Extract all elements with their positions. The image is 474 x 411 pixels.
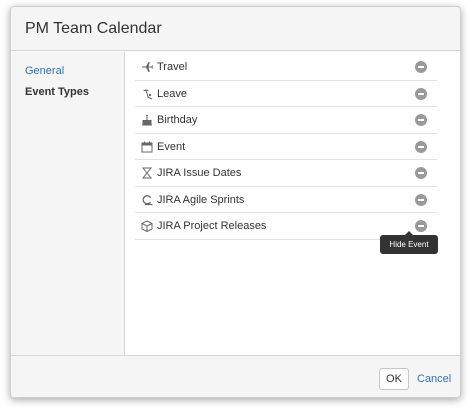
dialog-header: PM Team Calendar xyxy=(11,7,460,51)
calendar-settings-dialog: PM Team Calendar General Event Types Tra… xyxy=(10,6,461,398)
dialog-nav: General Event Types xyxy=(11,52,125,355)
nav-item-event-types[interactable]: Event Types xyxy=(25,86,89,98)
hide-event-tooltip: Hide Event xyxy=(380,231,438,254)
event-type-label: JIRA Issue Dates xyxy=(157,167,242,179)
hourglass-icon xyxy=(141,167,153,179)
hide-event-button[interactable] xyxy=(415,193,427,206)
event-types-panel: Travel Leave Birthday Event JIRA Issue D… xyxy=(126,52,460,355)
cake-icon xyxy=(141,114,153,126)
box-icon xyxy=(141,220,153,232)
hide-event-button[interactable] xyxy=(415,61,427,73)
event-type-row-leave: Leave xyxy=(135,81,437,107)
hide-event-button[interactable] xyxy=(415,167,427,179)
nav-item-general[interactable]: General xyxy=(25,65,64,77)
event-type-label: Leave xyxy=(157,87,187,100)
calendar-icon xyxy=(141,141,153,153)
hide-event-button[interactable] xyxy=(415,87,427,100)
ok-button[interactable]: OK xyxy=(379,368,409,390)
cancel-link[interactable]: Cancel xyxy=(417,373,451,385)
event-type-row-event: Event xyxy=(135,134,437,160)
airplane-icon xyxy=(141,61,153,73)
hide-event-button[interactable] xyxy=(415,220,427,232)
sprint-icon xyxy=(141,194,153,206)
dialog-footer: OK Cancel xyxy=(11,355,460,397)
event-type-row-jira-agile-sprints: JIRA Agile Sprints xyxy=(135,187,437,213)
event-type-label: JIRA Project Releases xyxy=(157,220,267,232)
hide-event-button[interactable] xyxy=(415,140,427,153)
event-type-row-birthday: Birthday xyxy=(135,107,437,134)
dialog-title: PM Team Calendar xyxy=(25,20,162,37)
event-type-label: Travel xyxy=(157,61,188,73)
event-type-list: Travel Leave Birthday Event JIRA Issue D… xyxy=(135,54,437,240)
event-type-label: Event xyxy=(157,140,186,153)
beach-icon xyxy=(141,88,153,100)
hide-event-button[interactable] xyxy=(415,114,427,126)
event-type-row-jira-issue-dates: JIRA Issue Dates xyxy=(135,160,437,187)
event-type-row-travel: Travel xyxy=(135,54,437,81)
event-type-label: JIRA Agile Sprints xyxy=(157,193,245,206)
event-type-label: Birthday xyxy=(157,114,198,126)
